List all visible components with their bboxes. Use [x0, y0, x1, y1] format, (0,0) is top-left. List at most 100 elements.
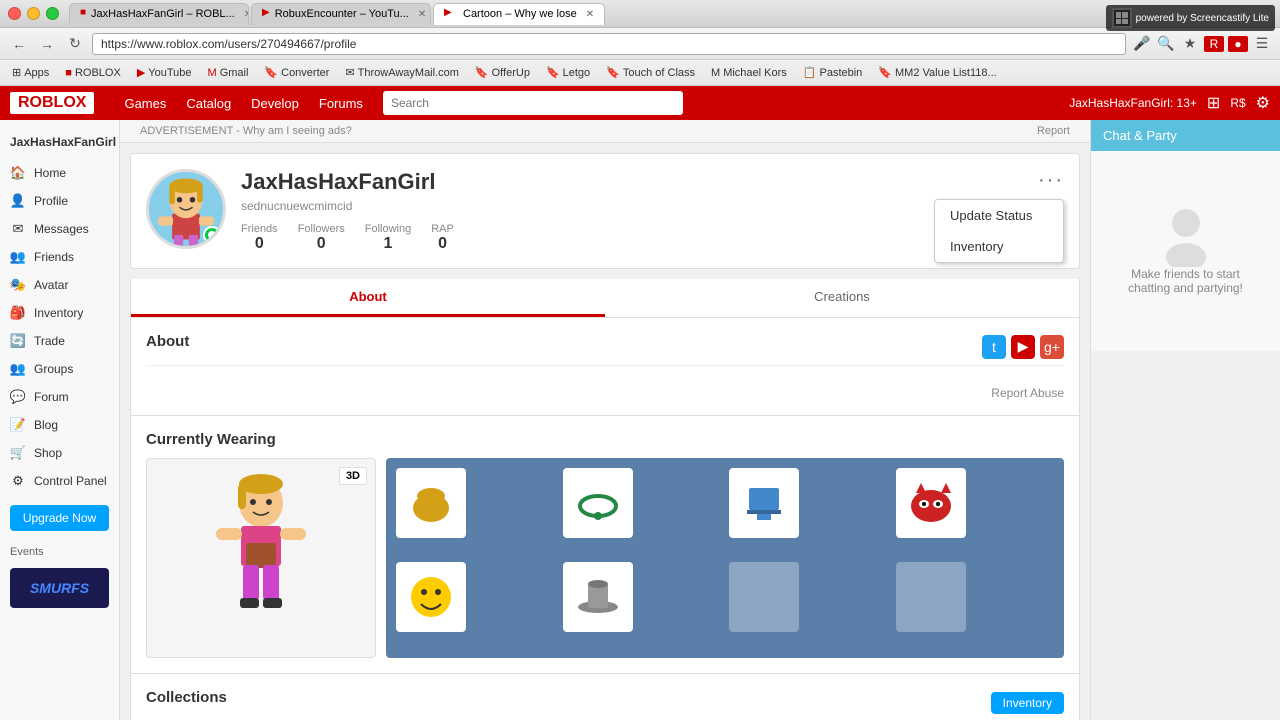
- tab-creations[interactable]: Creations: [605, 279, 1079, 317]
- sidebar-item-friends[interactable]: 👥 Friends: [0, 243, 119, 271]
- nav-develop[interactable]: Develop: [251, 96, 299, 111]
- rap-label: RAP: [431, 223, 454, 235]
- browser-tab-1[interactable]: ■ JaxHasHaxFanGirl – ROBL... ✕: [69, 3, 249, 25]
- avatar-3d-svg: [196, 468, 326, 648]
- roblox-logo[interactable]: ROBLOX: [10, 92, 94, 114]
- sidebar-item-trade[interactable]: 🔄 Trade: [0, 327, 119, 355]
- sidebar-item-groups-label: Groups: [34, 362, 73, 376]
- nav-games[interactable]: Games: [124, 96, 166, 111]
- tab-about[interactable]: About: [131, 279, 605, 317]
- window-controls[interactable]: [8, 7, 59, 20]
- nav-forums[interactable]: Forums: [319, 96, 363, 111]
- person-icon-svg: [1161, 207, 1211, 267]
- friends-value: 0: [241, 235, 278, 253]
- bookmark-roblox[interactable]: ■ ROBLOX: [61, 65, 125, 81]
- report-text[interactable]: Report: [1037, 125, 1070, 137]
- sidebar-item-blog[interactable]: 📝 Blog: [0, 411, 119, 439]
- browser-tab-3[interactable]: ▶ Cartoon – Why we lose ✕: [433, 3, 605, 25]
- bookmark-pastebin[interactable]: 📋 Pastebin: [799, 64, 867, 81]
- back-button[interactable]: ←: [8, 33, 30, 55]
- sidebar-item-messages-label: Messages: [34, 222, 89, 236]
- bookmark-touchofclass[interactable]: 🔖 Touch of Class: [602, 64, 699, 81]
- bookmark-gmail[interactable]: M Gmail: [204, 65, 253, 81]
- sidebar-item-shop-label: Shop: [34, 446, 62, 460]
- chat-party-button[interactable]: Chat & Party: [1091, 120, 1280, 151]
- roblox-icon[interactable]: R: [1204, 36, 1224, 52]
- bookmark-converter[interactable]: 🔖 Converter: [260, 64, 333, 81]
- item-slot-2[interactable]: [729, 468, 799, 538]
- youtube-social-icon[interactable]: ▶: [1011, 335, 1035, 359]
- tab2-close[interactable]: ✕: [418, 9, 426, 20]
- following-value: 1: [365, 235, 411, 253]
- social-icons: t ▶ g+: [982, 335, 1064, 359]
- more-menu[interactable]: ··· Update Status Inventory: [1038, 169, 1064, 192]
- maximize-button[interactable]: [46, 7, 59, 20]
- wearing-section: Currently Wearing 3D: [131, 415, 1079, 673]
- reload-button[interactable]: ↻: [64, 33, 86, 55]
- browser-tab-2[interactable]: ▶ RobuxEncounter – YouTu... ✕: [251, 3, 431, 25]
- friends-icon: 👥: [10, 249, 26, 265]
- sidebar-item-forum[interactable]: 💬 Forum: [0, 383, 119, 411]
- tab3-close[interactable]: ✕: [586, 9, 594, 20]
- item-slot-1[interactable]: [563, 468, 633, 538]
- search-input[interactable]: [383, 91, 683, 115]
- update-status-item[interactable]: Update Status: [935, 200, 1063, 231]
- nav-catalog[interactable]: Catalog: [186, 96, 231, 111]
- item-slot-0[interactable]: [396, 468, 466, 538]
- minimize-button[interactable]: [27, 7, 40, 20]
- sidebar-item-inventory[interactable]: 🎒 Inventory: [0, 299, 119, 327]
- mic-icon[interactable]: 🎤: [1132, 35, 1152, 52]
- grid-icon[interactable]: ⊞: [1207, 93, 1220, 113]
- sidebar-item-home[interactable]: 🏠 Home: [0, 159, 119, 187]
- sidebar-item-shop[interactable]: 🛒 Shop: [0, 439, 119, 467]
- tab1-close[interactable]: ✕: [244, 9, 249, 20]
- blog-icon: 📝: [10, 417, 26, 433]
- url-bar[interactable]: https://www.roblox.com/users/270494667/p…: [92, 33, 1126, 55]
- smurfs-text: SMURFS: [30, 580, 89, 596]
- twitter-icon[interactable]: t: [982, 335, 1006, 359]
- sidebar-item-messages[interactable]: ✉ Messages: [0, 215, 119, 243]
- tab3-favicon: ▶: [444, 7, 458, 21]
- sidebar-item-avatar[interactable]: 🎭 Avatar: [0, 271, 119, 299]
- youtube-favicon: ▶: [137, 66, 145, 79]
- more-dots-icon[interactable]: ···: [1038, 169, 1064, 192]
- sidebar-item-profile[interactable]: 👤 Profile: [0, 187, 119, 215]
- bookmark-apps[interactable]: ⊞ Apps: [8, 64, 53, 81]
- browser-tabs: ■ JaxHasHaxFanGirl – ROBL... ✕ ▶ RobuxEn…: [69, 3, 1272, 25]
- inventory-button[interactable]: Inventory: [991, 692, 1064, 714]
- bookmark-star-icon[interactable]: ★: [1180, 35, 1200, 52]
- bookmark-offerup[interactable]: 🔖 OfferUp: [471, 64, 534, 81]
- upgrade-button[interactable]: Upgrade Now: [10, 505, 109, 531]
- title-bar: ■ JaxHasHaxFanGirl – ROBL... ✕ ▶ RobuxEn…: [0, 0, 1280, 28]
- nav-icons: 🎤 🔍 ★ R ● ☰: [1132, 35, 1272, 52]
- sidebar-item-groups[interactable]: 👥 Groups: [0, 355, 119, 383]
- item-slot-5[interactable]: [563, 562, 633, 632]
- forward-button[interactable]: →: [36, 33, 58, 55]
- item-slot-4[interactable]: [396, 562, 466, 632]
- bookmark-michaelkors[interactable]: M Michael Kors: [707, 65, 791, 81]
- report-abuse[interactable]: Report Abuse: [146, 386, 1064, 400]
- close-button[interactable]: [8, 7, 21, 20]
- menu-icon[interactable]: ☰: [1252, 35, 1272, 52]
- bookmark-youtube[interactable]: ▶ YouTube: [133, 64, 196, 81]
- smurfs-banner[interactable]: SMURFS: [10, 568, 109, 608]
- chat-party-content: Make friends to start chatting and party…: [1091, 151, 1280, 351]
- profile-tabs: About Creations About t ▶ g+ Report Abus…: [130, 279, 1080, 720]
- googleplus-icon[interactable]: g+: [1040, 335, 1064, 359]
- inventory-item[interactable]: Inventory: [935, 231, 1063, 262]
- lastpass-icon[interactable]: ●: [1228, 36, 1248, 52]
- apps-favicon: ⊞: [12, 66, 21, 79]
- item-slot-6: [729, 562, 799, 632]
- bookmark-throwaway[interactable]: ✉ ThrowAwayMail.com: [341, 64, 463, 81]
- item-slot-3[interactable]: [896, 468, 966, 538]
- sidebar-item-controlpanel[interactable]: ⚙ Control Panel: [0, 467, 119, 495]
- search-icon[interactable]: 🔍: [1156, 35, 1176, 52]
- bookmark-mm2[interactable]: 🔖 MM2 Value List118...: [874, 64, 1000, 81]
- tab2-label: RobuxEncounter – YouTu...: [275, 8, 409, 20]
- sidebar-item-forum-label: Forum: [34, 390, 69, 404]
- bookmark-letgo[interactable]: 🔖 Letgo: [542, 64, 594, 81]
- robux-icon[interactable]: R$: [1230, 96, 1245, 110]
- stat-following: Following 1: [365, 223, 411, 253]
- sidebar-item-inventory-label: Inventory: [34, 306, 83, 320]
- settings-icon[interactable]: ⚙: [1256, 93, 1270, 113]
